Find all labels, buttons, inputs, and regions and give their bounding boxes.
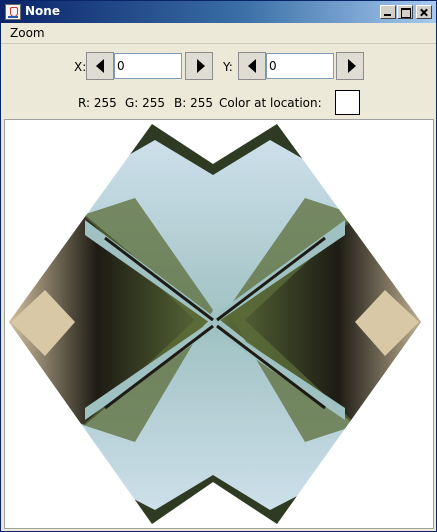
menu-zoom[interactable]: Zoom	[10, 26, 45, 40]
x-decrement-button[interactable]	[86, 52, 114, 80]
picture-canvas[interactable]	[4, 119, 434, 529]
maximize-button[interactable]	[397, 5, 413, 19]
blue-value: B: 255	[174, 96, 213, 110]
controls-panel: X: 0 Y: 0 R: 255 G: 255 B: 255 Color at …	[1, 44, 436, 119]
color-at-location-label: Color at location:	[219, 96, 322, 110]
y-input[interactable]: 0	[266, 53, 334, 79]
close-button[interactable]	[416, 5, 432, 19]
color-swatch	[335, 90, 360, 115]
y-label: Y:	[223, 60, 233, 74]
minimize-button[interactable]	[380, 5, 396, 19]
green-value: G: 255	[125, 96, 166, 110]
y-decrement-button[interactable]	[238, 52, 266, 80]
y-increment-button[interactable]	[336, 52, 364, 80]
x-label: X:	[74, 60, 87, 74]
java-app-icon	[5, 4, 21, 20]
mirrored-picture	[9, 124, 421, 524]
red-value: R: 255	[78, 96, 117, 110]
menu-bar: Zoom	[1, 23, 436, 44]
title-bar[interactable]: None	[1, 1, 436, 23]
window-title: None	[25, 4, 60, 18]
app-window: None Zoom X: 0 Y: 0 R: 255 G: 255 B: 255…	[0, 0, 437, 532]
x-increment-button[interactable]	[185, 52, 213, 80]
x-input[interactable]: 0	[114, 53, 182, 79]
